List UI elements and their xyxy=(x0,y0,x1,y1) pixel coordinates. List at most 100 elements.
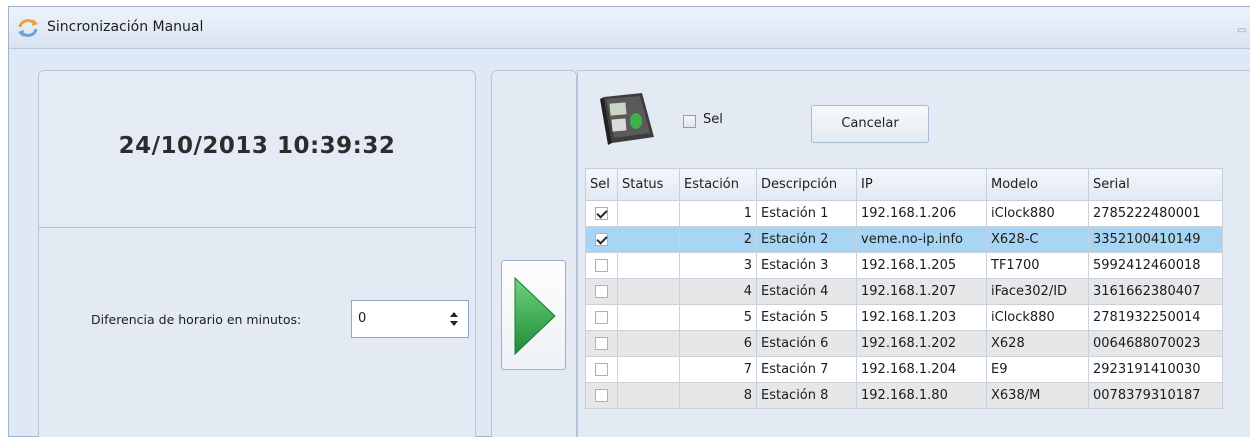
title-bar: Sincronización Manual ▭ xyxy=(9,7,1250,49)
row-checkbox-cell[interactable] xyxy=(585,278,618,305)
status-cell xyxy=(617,278,680,305)
ip-cell: 192.168.1.80 xyxy=(856,382,987,409)
modelo-cell: E9 xyxy=(986,356,1089,383)
minimize-icon[interactable]: ▭ xyxy=(1237,25,1246,36)
column-header-ip[interactable]: IP xyxy=(856,168,987,201)
ip-cell: 192.168.1.206 xyxy=(856,200,987,227)
estacion-cell: 4 xyxy=(679,278,757,305)
column-header-modelo[interactable]: Modelo xyxy=(986,168,1089,201)
ip-cell: 192.168.1.204 xyxy=(856,356,987,383)
run-sync-button[interactable] xyxy=(501,260,566,370)
stations-panel: Sel Cancelar Sel Status Estación Descrip… xyxy=(577,70,1250,437)
row-checkbox-cell[interactable] xyxy=(585,356,618,383)
row-checkbox-cell[interactable] xyxy=(585,200,618,227)
fingerprint-terminal-icon xyxy=(598,89,658,147)
descripcion-cell: Estación 8 xyxy=(756,382,857,409)
column-header-status[interactable]: Status xyxy=(617,168,680,201)
modelo-cell: X628-C xyxy=(986,226,1089,253)
row-checkbox-cell[interactable] xyxy=(585,252,618,279)
datetime-box: 24/10/2013 10:39:32 xyxy=(39,71,475,228)
estacion-cell: 8 xyxy=(679,382,757,409)
cancel-button[interactable]: Cancelar xyxy=(811,105,929,143)
ip-cell: veme.no-ip.info xyxy=(856,226,987,253)
table-row[interactable]: 5 Estación 5 192.168.1.203 iClock880 2781932… xyxy=(585,304,1223,331)
serial-cell: 3352100410149 xyxy=(1088,226,1223,253)
serial-cell: 2781932250014 xyxy=(1088,304,1223,331)
stations-grid: Sel Status Estación Descripción IP Model… xyxy=(585,168,1223,409)
serial-cell: 2923191410030 xyxy=(1088,356,1223,383)
modelo-cell: iClock880 xyxy=(986,304,1089,331)
status-cell xyxy=(617,226,680,253)
row-checkbox[interactable] xyxy=(595,285,608,298)
status-cell xyxy=(617,382,680,409)
row-checkbox-cell[interactable] xyxy=(585,304,618,331)
sync-window: Sincronización Manual ▭ 24/10/2013 10:39… xyxy=(8,6,1250,437)
estacion-cell: 2 xyxy=(679,226,757,253)
descripcion-cell: Estación 1 xyxy=(756,200,857,227)
ip-cell: 192.168.1.207 xyxy=(856,278,987,305)
select-all-label: Sel xyxy=(703,112,723,127)
table-row[interactable]: 7 Estación 7 192.168.1.204 E9 2923191410030 xyxy=(585,356,1223,383)
table-row[interactable]: 2 Estación 2 veme.no-ip.info X628-C 33521004… xyxy=(585,226,1223,253)
modelo-cell: iFace302/ID xyxy=(986,278,1089,305)
serial-cell: 2785222480001 xyxy=(1088,200,1223,227)
modelo-cell: TF1700 xyxy=(986,252,1089,279)
status-cell xyxy=(617,330,680,357)
descripcion-cell: Estación 6 xyxy=(756,330,857,357)
table-row[interactable]: 6 Estación 6 192.168.1.202 X628 006468807002… xyxy=(585,330,1223,357)
select-all-checkbox[interactable] xyxy=(683,115,696,128)
column-header-serial[interactable]: Serial xyxy=(1088,168,1223,201)
ip-cell: 192.168.1.203 xyxy=(856,304,987,331)
ip-cell: 192.168.1.205 xyxy=(856,252,987,279)
status-cell xyxy=(617,304,680,331)
serial-cell: 3161662380407 xyxy=(1088,278,1223,305)
offset-value: 0 xyxy=(358,311,367,326)
descripcion-cell: Estación 4 xyxy=(756,278,857,305)
table-row[interactable]: 4 Estación 4 192.168.1.207 iFace302/ID 31616… xyxy=(585,278,1223,305)
estacion-cell: 1 xyxy=(679,200,757,227)
offset-minutes-spinner[interactable]: 0 xyxy=(351,300,469,338)
action-column xyxy=(491,70,577,437)
descripcion-cell: Estación 5 xyxy=(756,304,857,331)
modelo-cell: X638/M xyxy=(986,382,1089,409)
estacion-cell: 5 xyxy=(679,304,757,331)
offset-label: Diferencia de horario en minutos: xyxy=(91,312,302,327)
serial-cell: 5992412460018 xyxy=(1088,252,1223,279)
column-header-sel[interactable]: Sel xyxy=(585,168,618,201)
table-row[interactable]: 8 Estación 8 192.168.1.80 X638/M 00783793101… xyxy=(585,382,1223,409)
current-datetime: 24/10/2013 10:39:32 xyxy=(118,133,396,159)
stations-toolbar: Sel Cancelar xyxy=(578,71,1250,163)
serial-cell: 0078379310187 xyxy=(1088,382,1223,409)
estacion-cell: 6 xyxy=(679,330,757,357)
window-title: Sincronización Manual xyxy=(47,19,204,35)
row-checkbox[interactable] xyxy=(595,337,608,350)
row-checkbox[interactable] xyxy=(595,363,608,376)
modelo-cell: X628 xyxy=(986,330,1089,357)
table-row[interactable]: 1 Estación 1 192.168.1.206 iClock880 2785222… xyxy=(585,200,1223,227)
row-checkbox[interactable] xyxy=(595,233,608,246)
descripcion-cell: Estación 2 xyxy=(756,226,857,253)
row-checkbox[interactable] xyxy=(595,311,608,324)
spinner-arrows-icon[interactable] xyxy=(450,312,458,326)
status-cell xyxy=(617,200,680,227)
clock-panel: 24/10/2013 10:39:32 Diferencia de horari… xyxy=(38,70,476,437)
table-row[interactable]: 3 Estación 3 192.168.1.205 TF1700 5992412460… xyxy=(585,252,1223,279)
descripcion-cell: Estación 7 xyxy=(756,356,857,383)
status-cell xyxy=(617,356,680,383)
row-checkbox[interactable] xyxy=(595,389,608,402)
status-cell xyxy=(617,252,680,279)
column-header-descripcion[interactable]: Descripción xyxy=(756,168,857,201)
row-checkbox[interactable] xyxy=(595,207,608,220)
descripcion-cell: Estación 3 xyxy=(756,252,857,279)
modelo-cell: iClock880 xyxy=(986,200,1089,227)
row-checkbox-cell[interactable] xyxy=(585,382,618,409)
row-checkbox-cell[interactable] xyxy=(585,226,618,253)
ip-cell: 192.168.1.202 xyxy=(856,330,987,357)
row-checkbox-cell[interactable] xyxy=(585,330,618,357)
row-checkbox[interactable] xyxy=(595,259,608,272)
column-header-estacion[interactable]: Estación xyxy=(679,168,757,201)
sync-icon xyxy=(17,18,39,38)
serial-cell: 0064688070023 xyxy=(1088,330,1223,357)
estacion-cell: 7 xyxy=(679,356,757,383)
estacion-cell: 3 xyxy=(679,252,757,279)
